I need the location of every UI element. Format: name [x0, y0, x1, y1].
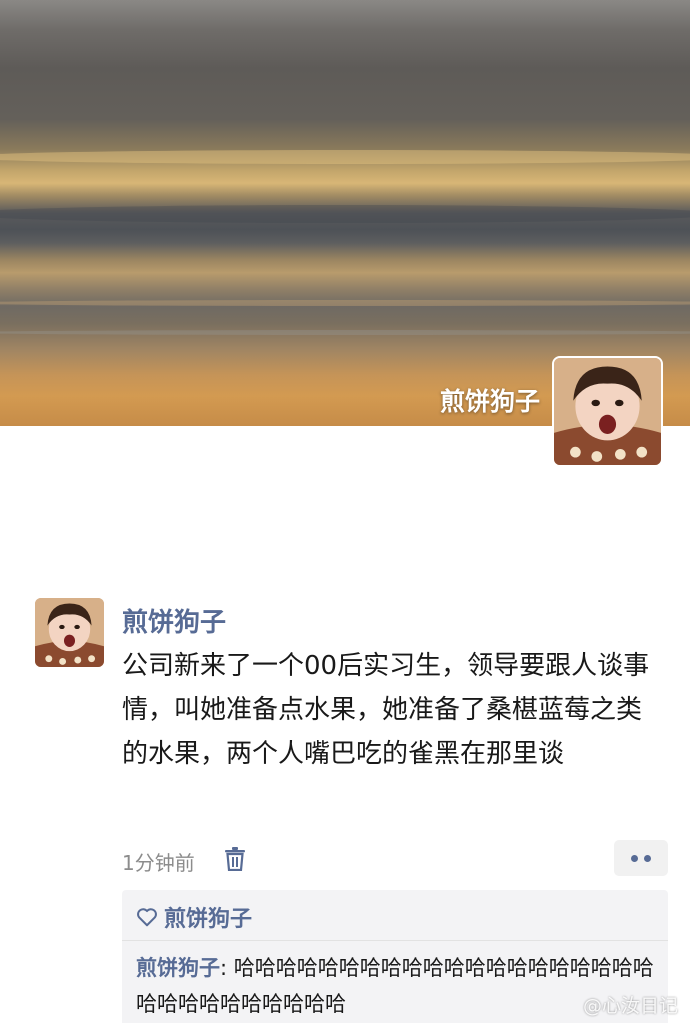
trash-icon[interactable]: [224, 847, 246, 871]
more-dots-icon[interactable]: [614, 840, 668, 876]
divider: [122, 940, 668, 941]
post-text: 公司新来了一个00后实习生，领导要跟人谈事情，叫她准备点水果，她准备了桑椹蓝莓之…: [122, 651, 650, 769]
dot: [644, 854, 651, 862]
commenter-name[interactable]: 煎饼狗子: [136, 956, 220, 980]
post-author-avatar[interactable]: [35, 598, 104, 667]
profile-name[interactable]: 煎饼狗子: [440, 382, 540, 418]
cloud-streak: [0, 205, 690, 223]
heart-icon: [137, 908, 157, 927]
cloud-streak: [0, 330, 690, 335]
watermark: @心汝日记: [582, 995, 678, 1017]
comment-separator: :: [220, 956, 234, 980]
post-author-name[interactable]: 煎饼狗子: [122, 602, 226, 639]
dot: [631, 854, 638, 862]
comment-item[interactable]: 煎饼狗子: 哈哈哈哈哈哈哈哈哈哈哈哈哈哈哈哈哈哈哈哈哈哈哈哈哈哈哈哈哈哈: [136, 950, 656, 1022]
liker-name[interactable]: 煎饼狗子: [164, 901, 252, 933]
cloud-streak: [0, 300, 690, 306]
profile-avatar[interactable]: [552, 356, 663, 467]
cloud-streak: [0, 150, 690, 164]
likes-row: 煎饼狗子: [136, 902, 252, 932]
child-avatar-image: [35, 598, 104, 667]
post-timestamp: 1分钟前: [122, 851, 195, 875]
child-avatar-image: [554, 358, 661, 465]
